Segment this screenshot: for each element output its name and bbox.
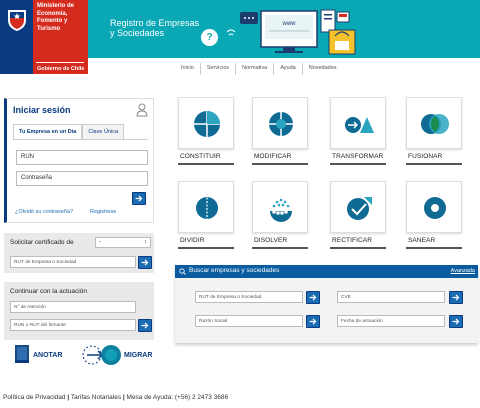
anotar-button[interactable]: ANOTAR — [33, 352, 62, 359]
footer-separator: | — [122, 394, 125, 401]
tab-clave-unica[interactable]: Clave Única — [82, 124, 125, 140]
run-input[interactable]: RUN — [16, 150, 148, 165]
arrow-right-icon — [452, 318, 460, 325]
advanced-search-link[interactable]: Avanzada — [451, 268, 475, 274]
sanear-icon — [424, 197, 446, 219]
constituir-icon — [194, 111, 220, 137]
tab-empresa-en-un-dia[interactable]: Tu Empresa en un Día — [13, 124, 83, 140]
tile-modificar[interactable]: MODIFICAR — [252, 97, 308, 167]
footer-separator: | — [67, 394, 70, 401]
search-fecha-input[interactable]: Fecha de actuación — [337, 315, 445, 327]
arrow-right-icon — [309, 318, 317, 325]
signer-run-input[interactable]: RUN o RUT del firmante — [10, 319, 136, 331]
search-icon — [179, 268, 186, 275]
modificar-icon — [269, 112, 293, 136]
helpdesk-text: Mesa de Ayuda: (+56) 2 2473 3686 — [126, 394, 229, 401]
header-illustration: www — [226, 9, 356, 55]
user-icon — [136, 103, 148, 117]
certificate-panel: Solicitar certificado de - ↕ RUT de Empr… — [4, 233, 154, 273]
search-rut-input[interactable]: RUT de Empresa o Sociedad — [195, 291, 303, 303]
search-panel: Buscar empresas y sociedades Avanzada RU… — [175, 265, 478, 343]
search-fecha-button[interactable] — [449, 315, 463, 328]
rectificar-icon — [347, 197, 372, 220]
tile-label: MODIFICAR — [254, 153, 292, 160]
select-updown-icon: ↕ — [144, 239, 147, 245]
certificate-rut-input[interactable]: RUT de Empresa o Sociedad — [10, 256, 136, 268]
coat-of-arms-icon — [8, 10, 26, 31]
migrar-arrow-icon[interactable] — [82, 343, 122, 367]
login-submit-button[interactable] — [132, 192, 146, 205]
search-header: Buscar empresas y sociedades Avanzada — [175, 265, 478, 278]
tile-label: TRANSFORMAR — [332, 153, 384, 160]
tile-fusionar[interactable]: FUSIONAR — [406, 97, 462, 167]
logo-divider — [36, 62, 84, 63]
continue-title: Continuar con la actuación — [10, 288, 87, 295]
government-label: Gobierno de Chile — [37, 66, 85, 72]
tile-sanear[interactable]: SANEAR — [406, 181, 462, 251]
disolver-icon — [270, 198, 292, 222]
nav-novedades[interactable]: Novedades — [303, 63, 343, 75]
tile-label: DIVIDIR — [180, 237, 205, 244]
tile-transformar[interactable]: TRANSFORMAR — [330, 97, 386, 167]
tab-underline — [13, 139, 148, 140]
arrow-right-icon — [135, 195, 143, 202]
tile-label: SANEAR — [408, 237, 436, 244]
tile-disolver[interactable]: DISOLVER — [252, 181, 308, 251]
footer: Política de Privacidad | Tarifas Notaria… — [3, 394, 228, 401]
nav-servicios[interactable]: Servicios — [201, 63, 237, 75]
transformar-icon — [345, 117, 374, 133]
search-title: Buscar empresas y sociedades — [189, 267, 280, 274]
notary-fees-link[interactable]: Tarifas Notariales — [71, 394, 121, 401]
page: Registro de Empresas y Sociedades ? www — [0, 0, 480, 408]
search-razon-social-input[interactable]: Razón Social — [195, 315, 303, 327]
anotar-book-icon[interactable] — [14, 344, 30, 364]
ministry-name: Ministerio de Economía, Fomento y Turism… — [37, 3, 75, 32]
fusionar-icon — [421, 114, 449, 134]
login-panel: Iniciar sesión Tu Empresa en un Día Clav… — [4, 98, 154, 223]
arrow-right-icon — [141, 259, 149, 266]
continue-submit-button[interactable] — [138, 319, 152, 332]
search-rut-button[interactable] — [306, 291, 320, 304]
tile-constituir[interactable]: CONSTITUIR — [178, 97, 234, 167]
password-input[interactable]: Contraseña — [16, 171, 148, 186]
help-button[interactable]: ? — [201, 29, 218, 46]
arrow-right-icon — [452, 294, 460, 301]
tile-label: RECTIFICAR — [332, 237, 372, 244]
tile-dividir[interactable]: DIVIDIR — [178, 181, 234, 251]
migrar-button[interactable]: MIGRAR — [124, 352, 152, 359]
certificate-submit-button[interactable] — [138, 256, 152, 269]
tile-label: DISOLVER — [254, 237, 288, 244]
forgot-password-link[interactable]: ¿Olvidó su contraseña? — [15, 209, 73, 215]
login-title: Iniciar sesión — [13, 105, 71, 115]
government-logo[interactable]: Ministerio de Economía, Fomento y Turism… — [0, 0, 88, 74]
arrow-right-icon — [141, 322, 149, 329]
tile-label: CONSTITUIR — [180, 153, 221, 160]
nav-normativa[interactable]: Normativa — [236, 63, 275, 75]
main-nav: Inicio Servicios Normativa Ayuda Novedad… — [175, 63, 343, 75]
continue-panel: Continuar con la actuación N° de Atenció… — [4, 282, 154, 340]
attention-number-input[interactable]: N° de Atención — [10, 301, 136, 313]
register-link[interactable]: Registrese — [90, 209, 116, 215]
certificate-type-select[interactable]: - ↕ — [95, 237, 151, 248]
tile-rectificar[interactable]: RECTIFICAR — [330, 181, 386, 251]
svg-text:www: www — [282, 21, 297, 27]
nav-ayuda[interactable]: Ayuda — [274, 63, 303, 75]
nav-inicio[interactable]: Inicio — [175, 63, 201, 75]
dividir-icon — [196, 194, 218, 222]
certificate-select-value: - — [99, 239, 101, 245]
login-tabs: Tu Empresa en un Día Clave Única — [13, 124, 125, 140]
search-cve-input[interactable]: CVE — [337, 291, 445, 303]
privacy-link[interactable]: Política de Privacidad — [3, 394, 66, 401]
arrow-right-icon — [309, 294, 317, 301]
tile-label: FUSIONAR — [408, 153, 443, 160]
search-cve-button[interactable] — [449, 291, 463, 304]
site-title[interactable]: Registro de Empresas y Sociedades — [110, 18, 199, 38]
search-razon-social-button[interactable] — [306, 315, 320, 328]
certificate-title: Solicitar certificado de — [10, 239, 74, 246]
